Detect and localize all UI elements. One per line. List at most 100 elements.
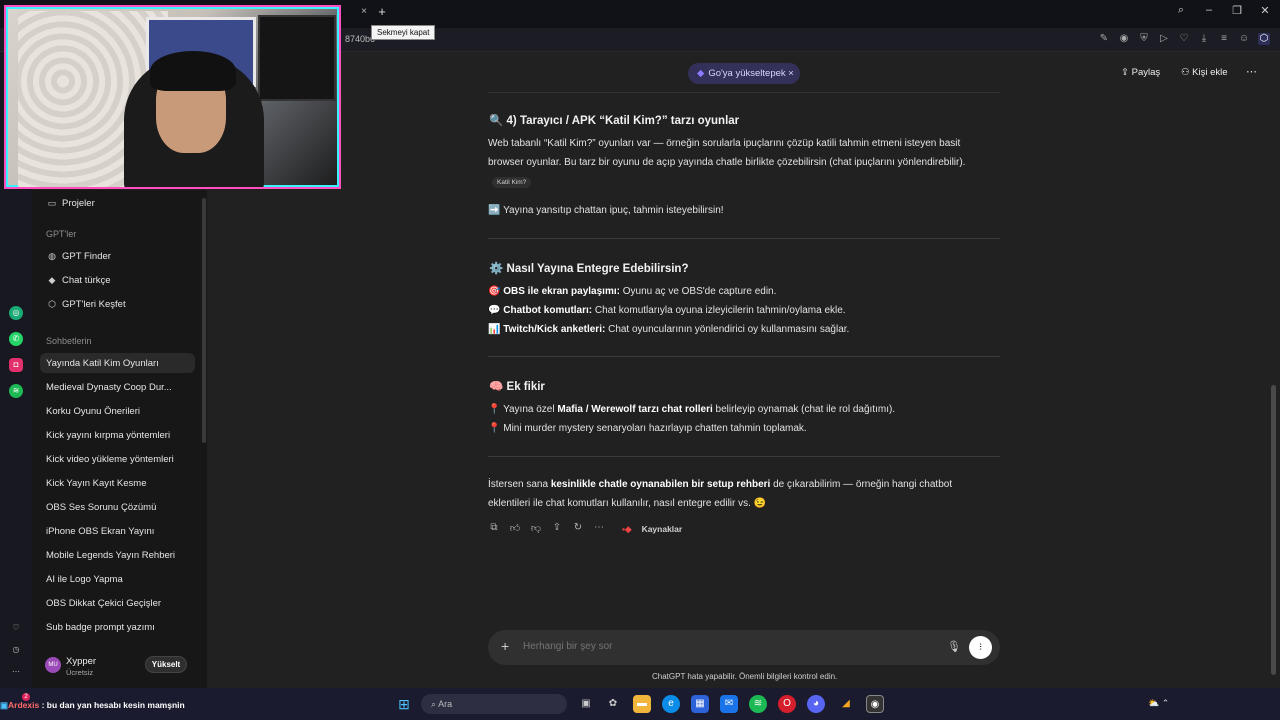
spotify-icon[interactable]: ≋ (749, 695, 767, 713)
close-tab-icon[interactable]: × (358, 6, 370, 18)
avatar[interactable]: MU (45, 657, 61, 673)
upgrade-pill[interactable]: ◆ Go'ya yükseltерek × (688, 63, 800, 84)
chat-item[interactable]: Yayında Katil Kim Oyunları (46, 358, 159, 369)
menu-icon[interactable]: ≡ (1218, 33, 1230, 45)
mail-icon[interactable]: ✉ (720, 695, 738, 713)
paragraph: İstersen sana kesinlikle chatle oynanabi… (488, 479, 953, 490)
list-item: 📊 Twitch/Kick anketleri: Chat oyuncuları… (488, 324, 850, 335)
chatgpt-rail-icon[interactable]: ◎ (9, 306, 23, 320)
arrow-app-icon[interactable]: ◢ (837, 695, 855, 713)
divider (488, 238, 1000, 239)
divider (488, 456, 1000, 457)
sources-button[interactable]: ▪◆ Kaynaklar (622, 524, 682, 535)
magnifier-icon: 🔍 (489, 115, 504, 127)
system-tray[interactable]: ⛅ ⌃ (1148, 698, 1169, 709)
whatsapp-icon[interactable]: ✆ (9, 332, 23, 346)
opera-icon[interactable]: O (778, 695, 796, 713)
extension-icon[interactable]: ⬡ (1258, 33, 1270, 45)
chat-item[interactable]: Kick yayını kırpma yöntemleri (46, 430, 170, 441)
edge-icon[interactable]: e (662, 695, 680, 713)
profile-icon[interactable]: ☺ (1238, 33, 1250, 45)
sidebar-scrollbar[interactable] (202, 198, 206, 443)
prompt-input[interactable] (523, 641, 923, 652)
share-icon[interactable]: ⇪ (551, 522, 563, 534)
search-icon[interactable]: ⌕ (1174, 4, 1188, 17)
thumbs-up-icon[interactable]: 👍︎ (509, 522, 521, 534)
chat-item[interactable]: Medieval Dynasty Coop Dur... (46, 382, 172, 393)
sidebar: ▭ Projeler GPT'ler ◍ GPT Finder ◆ Chat türk… (32, 190, 207, 688)
task-view-icon[interactable]: ▣ (577, 695, 595, 713)
chat-item[interactable]: OBS Dikkat Çekici Geçişler (46, 598, 161, 609)
list-item: 📍 Mini murder mystery senaryoları hazırl… (488, 423, 807, 434)
windows-start-icon[interactable]: ⊞ (396, 696, 412, 712)
download-icon[interactable]: ⤓ (1198, 33, 1210, 45)
restore-icon[interactable]: ❐ (1230, 4, 1244, 17)
voice-mode-button[interactable]: ⫶ (969, 636, 992, 659)
webcam-overlay (4, 5, 341, 189)
discord-icon[interactable]: ◕ (807, 695, 825, 713)
copy-icon[interactable]: ⧉ (488, 522, 500, 534)
store-icon[interactable]: ▦ (691, 695, 709, 713)
arrow-icon: ➡️ (488, 205, 501, 216)
user-name[interactable]: Xypper (66, 656, 96, 667)
sidebar-item-explore-gpts[interactable]: ⬡ GPT'leri Keşfet (46, 299, 126, 310)
citation-chip[interactable]: Katil Kim? (492, 177, 532, 188)
list-item: 💬 Chatbot komutları: Chat komutlarıyla o… (488, 305, 846, 316)
target-icon: 🎯 (488, 286, 501, 297)
share-button[interactable]: ⇪ Paylaş (1121, 67, 1160, 78)
camera-icon[interactable]: ◉ (1118, 33, 1130, 45)
heart-icon[interactable]: ♡ (1178, 33, 1190, 45)
chat-overlay: ▣Ardexis : bu dan yan hesabı kesin mamşn… (0, 700, 185, 710)
spotify-icon[interactable]: ≋ (9, 384, 23, 398)
cube-icon: ⬡ (48, 299, 56, 309)
search-icon: ⌕ (431, 699, 437, 709)
file-explorer-icon[interactable]: ▬ (633, 695, 651, 713)
divider (488, 92, 1000, 93)
chat-item[interactable]: Korku Oyunu Önerileri (46, 406, 140, 417)
sidebar-item-chat-turkce[interactable]: ◆ Chat türkçe (46, 275, 111, 286)
chat-item[interactable]: OBS Ses Sorunu Çözümü (46, 502, 156, 513)
bar-chart-icon: 📊 (488, 324, 501, 335)
chat-item[interactable]: Mobile Legends Yayın Rehberi (46, 550, 175, 561)
chat-item[interactable]: AI ile Logo Yapma (46, 574, 123, 585)
minimize-icon[interactable]: – (1202, 4, 1216, 17)
close-window-icon[interactable]: ✕ (1258, 4, 1272, 17)
share-icon: ⇪ (1121, 67, 1129, 78)
edit-icon[interactable]: ✎ (1098, 33, 1110, 45)
history-icon[interactable]: ◷ (9, 643, 23, 657)
shield-icon[interactable]: ⛨ (1138, 33, 1150, 45)
microphone-icon[interactable]: 🎙︎ (947, 640, 961, 653)
regenerate-icon[interactable]: ↻ (572, 522, 584, 534)
chat-item[interactable]: Kick video yükleme yöntemleri (46, 454, 174, 465)
heart-icon[interactable]: ♡ (9, 621, 23, 635)
add-person-button[interactable]: ⚇ Kişi ekle (1181, 67, 1228, 78)
composer: + 🎙︎ ⫶ (488, 630, 1000, 665)
main-scrollbar[interactable] (1271, 385, 1276, 675)
webcam-monitor (258, 15, 336, 101)
upgrade-button[interactable]: Yükselt (145, 656, 187, 673)
close-pill-icon[interactable]: × (788, 68, 794, 79)
chats-heading: Sohbetlerin (46, 336, 92, 346)
more-icon[interactable]: ⋯ (9, 665, 23, 679)
play-icon[interactable]: ▷ (1158, 33, 1170, 45)
chat-item[interactable]: iPhone OBS Ekran Yayını (46, 526, 154, 537)
sidebar-item-projects[interactable]: ▭ Projeler (46, 198, 95, 209)
new-tab-button[interactable]: + (375, 5, 389, 19)
pin-icon: 📍 (488, 404, 501, 415)
more-options-icon[interactable]: ⋯ (1246, 65, 1257, 78)
obs-icon[interactable]: ◉ (866, 695, 884, 713)
extension-toolbar: ✎ ◉ ⛨ ▷ ♡ ⤓ ≡ ☺ ⬡ (1098, 33, 1270, 45)
plus-icon[interactable]: + (501, 638, 509, 654)
taskbar-search[interactable]: ⌕ Ara (421, 694, 567, 714)
section-title: 🧠 Ek fikir (489, 381, 545, 393)
sidebar-item-gpt-finder[interactable]: ◍ GPT Finder (46, 251, 111, 262)
paragraph: Web tabanlı “Katil Kim?” oyunları var — … (488, 138, 961, 149)
tab-close-tooltip: Sekmeyi kapat (371, 25, 436, 40)
chat-item[interactable]: Kick Yayın Kayıt Kesme (46, 478, 147, 489)
instagram-icon[interactable]: ◘ (9, 358, 23, 372)
chat-item[interactable]: Sub badge prompt yazımı (46, 622, 155, 633)
user-plan: Ücretsiz (66, 668, 94, 677)
widgets-icon[interactable]: ✿ (604, 695, 622, 713)
more-icon[interactable]: ⋯ (593, 522, 605, 534)
thumbs-down-icon[interactable]: 👎︎ (530, 522, 542, 534)
